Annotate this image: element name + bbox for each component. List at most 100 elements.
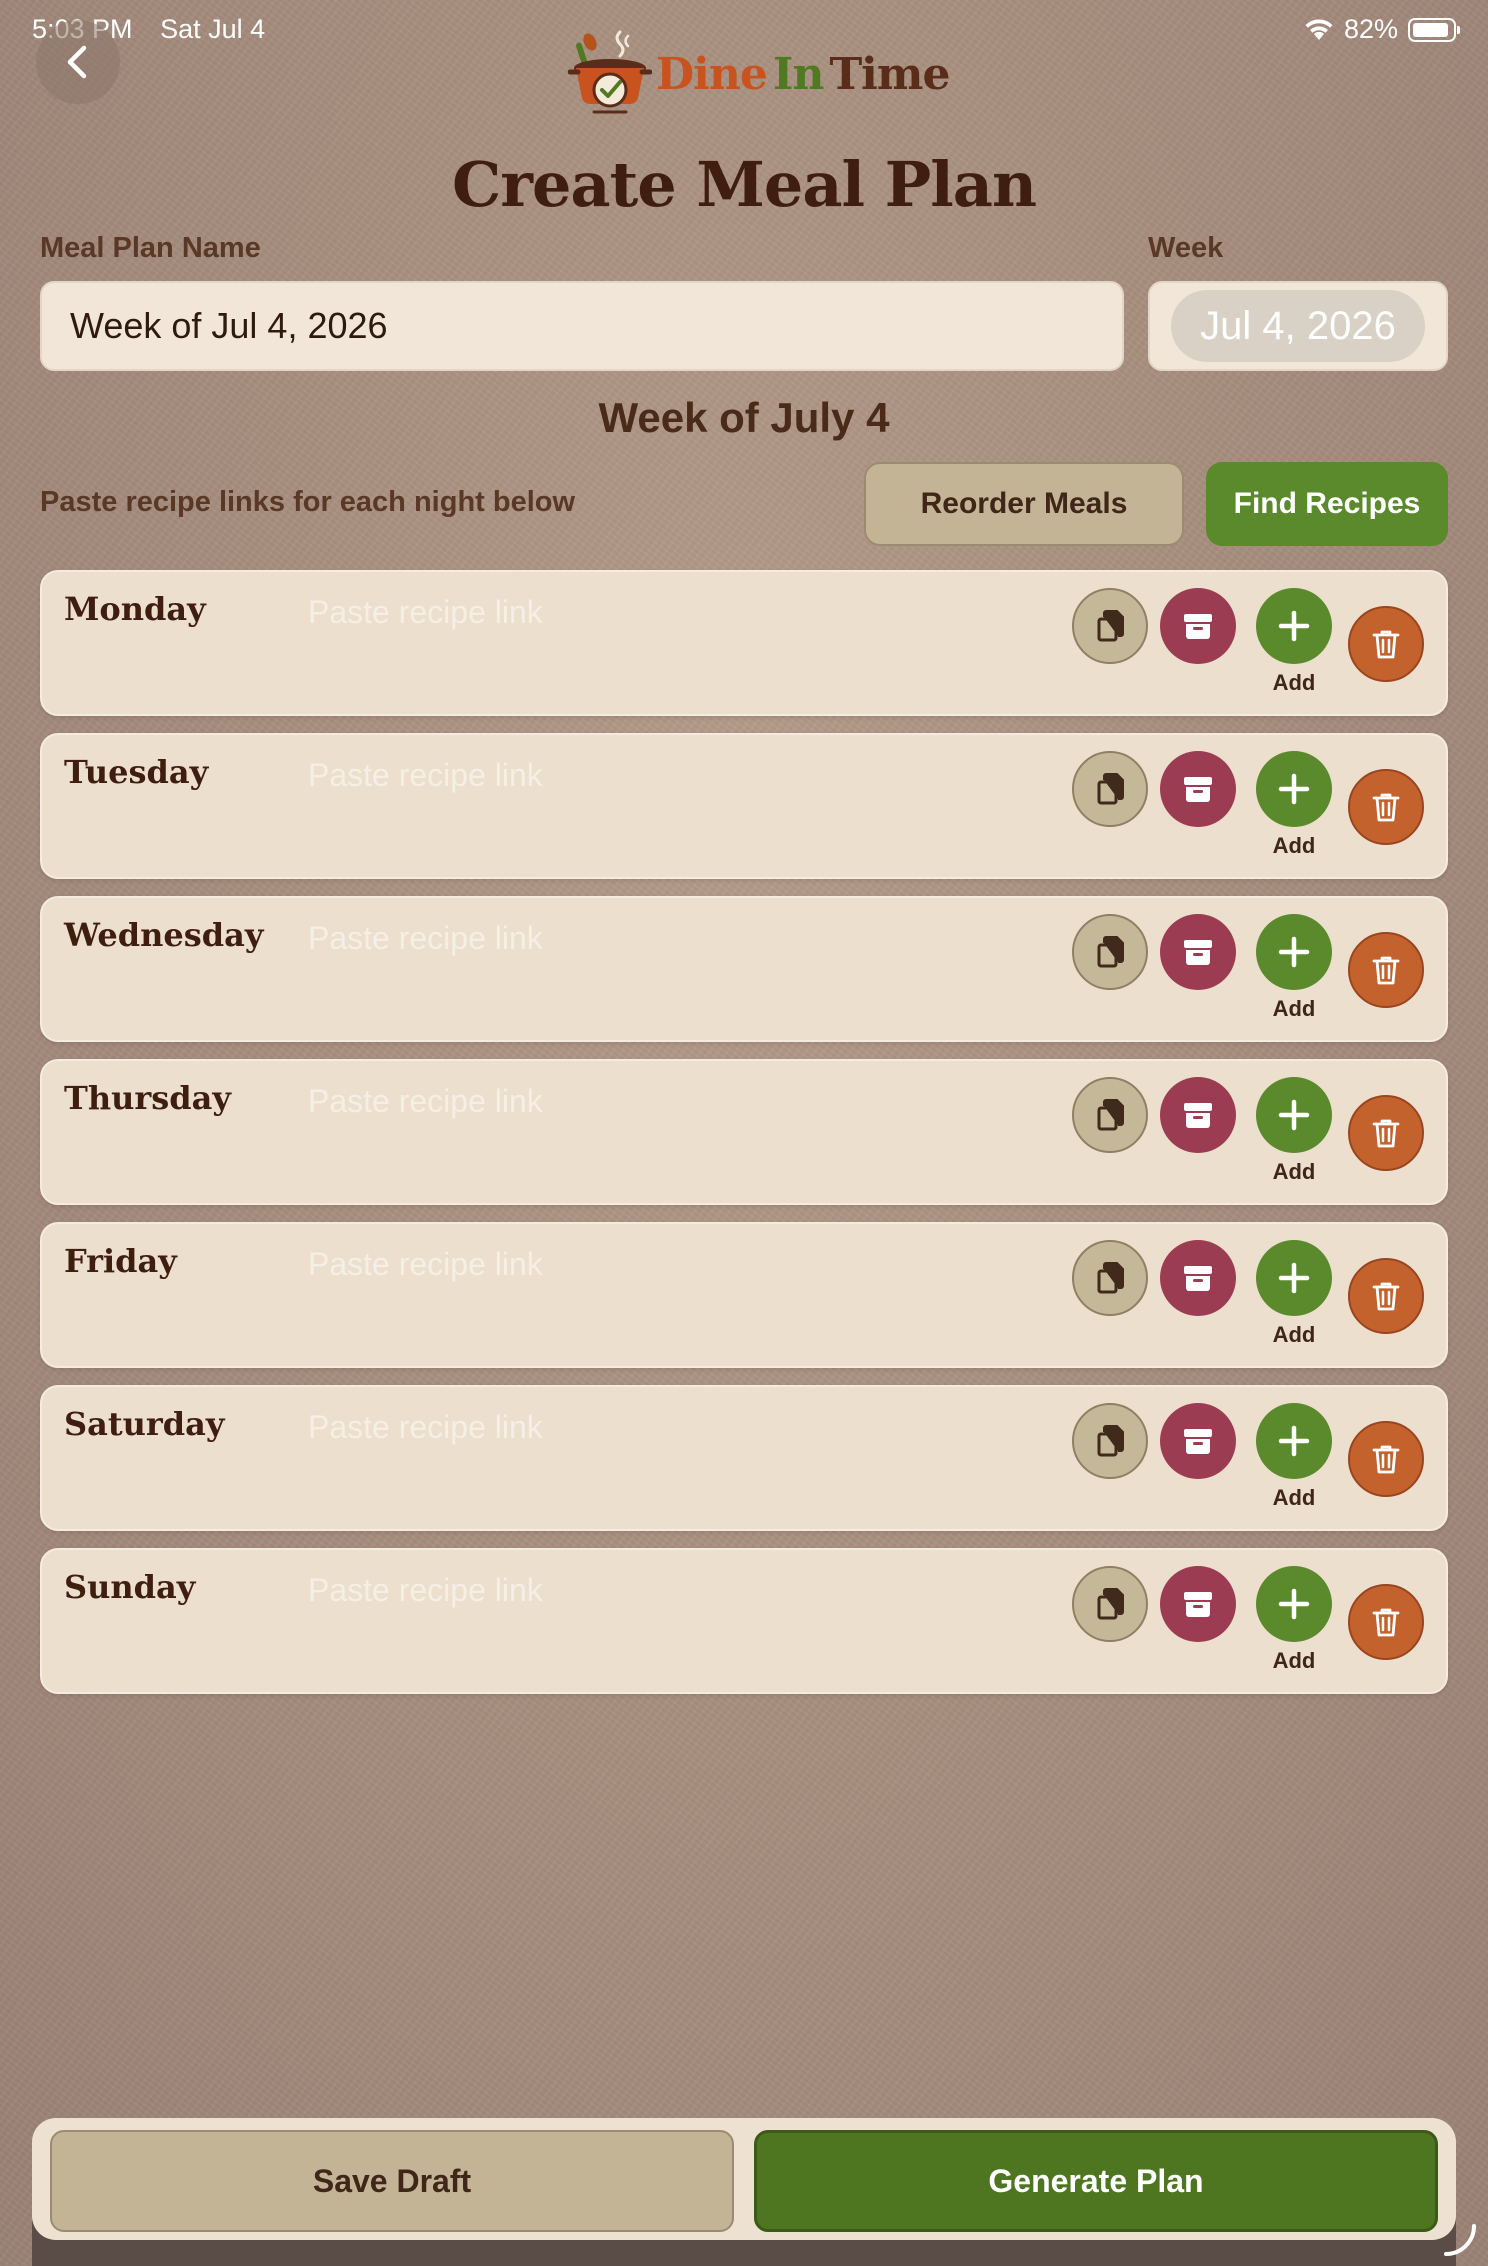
add-button[interactable]: [1256, 914, 1332, 990]
day-name: Friday: [64, 1242, 177, 1280]
archive-button[interactable]: [1160, 1240, 1236, 1316]
recipe-link-input[interactable]: [308, 1242, 828, 1286]
archive-button[interactable]: [1160, 588, 1236, 664]
trash-icon: [1372, 1282, 1400, 1311]
logo-wordmark: Dine In Time: [656, 48, 950, 100]
copy-icon: [1097, 936, 1124, 968]
wifi-icon: [1305, 18, 1333, 40]
week-date-picker[interactable]: Jul 4, 2026: [1171, 290, 1425, 362]
meal-plan-name-input[interactable]: Week of Jul 4, 2026: [40, 281, 1124, 371]
day-name: Thursday: [64, 1079, 231, 1117]
trash-icon: [1372, 1608, 1400, 1637]
cooking-pot-logo-icon: [568, 30, 652, 114]
day-card-wednesday: Wednesday Add: [40, 896, 1448, 1042]
day-card-friday: Friday Add: [40, 1222, 1448, 1368]
delete-button[interactable]: [1348, 1258, 1424, 1334]
add-button[interactable]: [1256, 1240, 1332, 1316]
recipe-link-input[interactable]: [308, 916, 828, 960]
recipe-link-input[interactable]: [308, 1405, 828, 1449]
archive-icon: [1184, 777, 1212, 802]
day-name: Tuesday: [64, 753, 209, 791]
archive-button[interactable]: [1160, 751, 1236, 827]
status-date: Sat Jul 4: [160, 14, 266, 44]
trash-icon: [1372, 630, 1400, 659]
delete-button[interactable]: [1348, 769, 1424, 845]
day-card-tuesday: Tuesday Add: [40, 733, 1448, 879]
copy-button[interactable]: [1072, 914, 1148, 990]
delete-button[interactable]: [1348, 1584, 1424, 1660]
recipe-link-input[interactable]: [308, 753, 828, 797]
chevron-left-icon: [67, 45, 87, 79]
archive-button[interactable]: [1160, 1077, 1236, 1153]
recipe-link-input[interactable]: [308, 1079, 828, 1123]
copy-icon: [1097, 773, 1124, 805]
recipe-link-input[interactable]: [308, 1568, 828, 1612]
trash-icon: [1372, 793, 1400, 822]
copy-button[interactable]: [1072, 1077, 1148, 1153]
add-button[interactable]: [1256, 1566, 1332, 1642]
copy-button[interactable]: [1072, 1403, 1148, 1479]
day-name: Saturday: [64, 1405, 225, 1443]
page-title: Create Meal Plan: [451, 148, 1037, 221]
day-name: Wednesday: [64, 916, 264, 954]
instructions-text: Paste recipe links for each night below: [40, 486, 576, 518]
archive-icon: [1184, 1103, 1212, 1128]
generate-plan-button[interactable]: Generate Plan: [754, 2130, 1438, 2232]
app-logo: Dine In Time: [568, 28, 950, 120]
day-card-thursday: Thursday Add: [40, 1059, 1448, 1205]
copy-button[interactable]: [1072, 588, 1148, 664]
delete-button[interactable]: [1348, 1421, 1424, 1497]
meal-plan-name-label: Meal Plan Name: [40, 232, 261, 264]
add-button[interactable]: [1256, 1077, 1332, 1153]
archive-button[interactable]: [1160, 1566, 1236, 1642]
delete-button[interactable]: [1348, 1095, 1424, 1171]
day-name: Monday: [64, 590, 206, 628]
add-label: Add: [1272, 1159, 1316, 1184]
delete-button[interactable]: [1348, 606, 1424, 682]
status-bar-right: 82%: [1304, 14, 1460, 45]
resize-handle-icon[interactable]: [1440, 2218, 1480, 2258]
copy-button[interactable]: [1072, 1566, 1148, 1642]
week-heading: Week of July 4: [598, 394, 890, 441]
add-label: Add: [1272, 670, 1316, 695]
trash-icon: [1372, 1445, 1400, 1474]
add-label: Add: [1272, 996, 1316, 1021]
archive-icon: [1184, 614, 1212, 639]
copy-button[interactable]: [1072, 1240, 1148, 1316]
archive-icon: [1184, 1266, 1212, 1291]
add-label: Add: [1272, 1485, 1316, 1510]
plus-icon: [1278, 1099, 1310, 1131]
find-recipes-button[interactable]: Find Recipes: [1206, 462, 1448, 546]
add-label: Add: [1272, 1648, 1316, 1673]
add-button[interactable]: [1256, 751, 1332, 827]
plus-icon: [1278, 1262, 1310, 1294]
copy-icon: [1097, 1262, 1124, 1294]
week-label: Week: [1148, 232, 1224, 264]
trash-icon: [1372, 1119, 1400, 1148]
delete-button[interactable]: [1348, 932, 1424, 1008]
reorder-meals-button[interactable]: Reorder Meals: [864, 462, 1184, 546]
add-button[interactable]: [1256, 588, 1332, 664]
plus-icon: [1278, 1425, 1310, 1457]
copy-icon: [1097, 610, 1124, 642]
plus-icon: [1278, 936, 1310, 968]
plus-icon: [1278, 773, 1310, 805]
day-name: Sunday: [64, 1568, 196, 1606]
save-draft-button[interactable]: Save Draft: [50, 2130, 734, 2232]
copy-button[interactable]: [1072, 751, 1148, 827]
archive-icon: [1184, 1429, 1212, 1454]
day-card-sunday: Sunday Add: [40, 1548, 1448, 1694]
add-label: Add: [1272, 1322, 1316, 1347]
add-button[interactable]: [1256, 1403, 1332, 1479]
battery-percent: 82%: [1343, 14, 1398, 44]
add-label: Add: [1272, 833, 1316, 858]
recipe-link-input[interactable]: [308, 590, 828, 634]
archive-button[interactable]: [1160, 914, 1236, 990]
trash-icon: [1372, 956, 1400, 985]
copy-icon: [1097, 1099, 1124, 1131]
archive-button[interactable]: [1160, 1403, 1236, 1479]
week-field: Jul 4, 2026: [1148, 281, 1448, 371]
logo-word-dine: Dine: [656, 48, 768, 100]
back-button[interactable]: [36, 20, 120, 104]
copy-icon: [1097, 1425, 1124, 1457]
